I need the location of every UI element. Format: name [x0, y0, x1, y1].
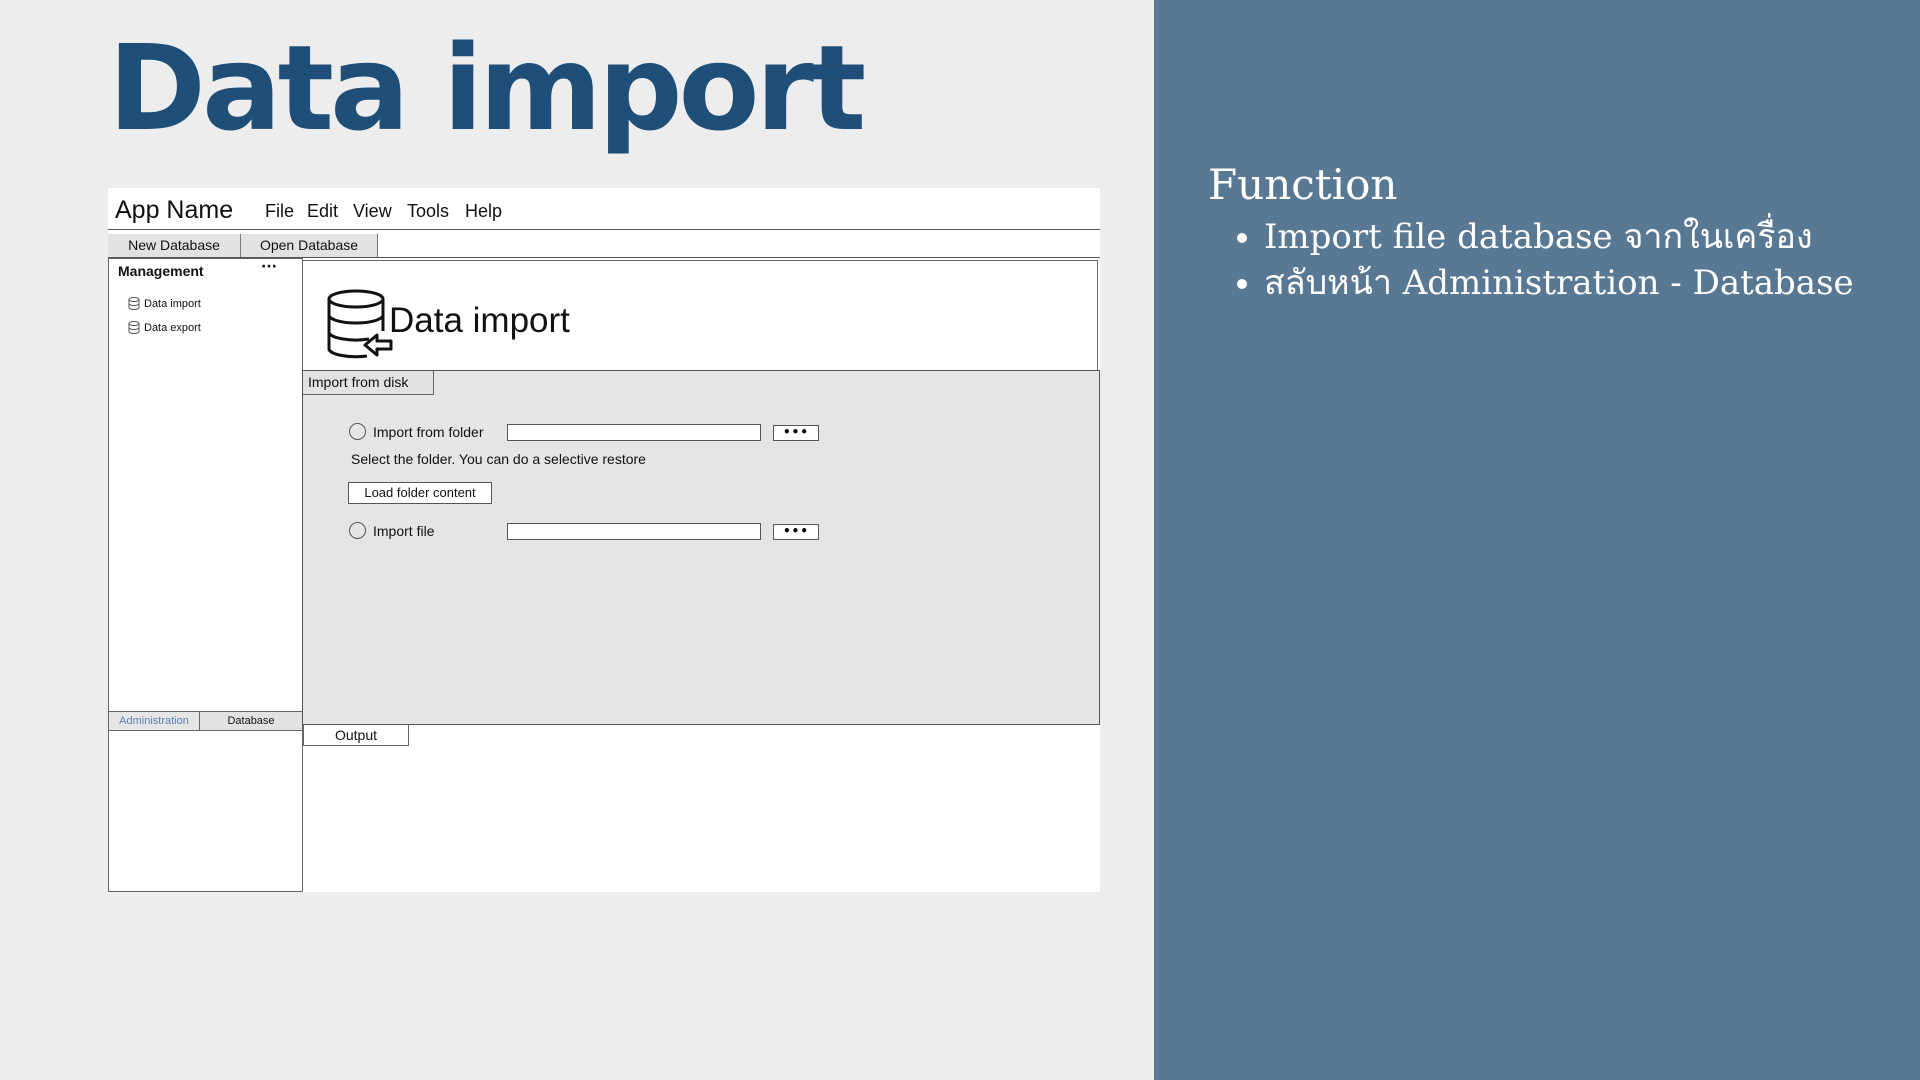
sidebar-tabs: Administration Database: [109, 711, 302, 731]
browse-folder-button[interactable]: •••: [773, 425, 819, 441]
function-item: Import file database จากในเครื่อง: [1264, 214, 1854, 260]
slide-title: Data import: [108, 19, 866, 157]
more-options-icon[interactable]: ···: [261, 259, 277, 275]
file-path-input[interactable]: [507, 523, 761, 540]
sidebar-item-label: Data import: [144, 297, 201, 310]
sidebar: Management ··· Data import Data export A…: [108, 258, 303, 892]
function-panel: Function Import file database จากในเครื่…: [1154, 0, 1920, 1080]
browse-file-button[interactable]: •••: [773, 524, 819, 540]
menu-bar: App Name File Edit View Tools Help: [108, 188, 1100, 230]
menu-view[interactable]: View: [353, 201, 392, 222]
database-import-icon: [327, 289, 393, 359]
menu-tools[interactable]: Tools: [407, 201, 449, 222]
tab-administration[interactable]: Administration: [109, 712, 200, 730]
sidebar-item-data-import[interactable]: Data import: [128, 297, 201, 310]
database-icon: [128, 321, 140, 334]
function-item: สลับหน้า Administration - Database: [1264, 260, 1854, 306]
app-name: App Name: [115, 196, 234, 224]
function-list: Import file database จากในเครื่อง สลับหน…: [1264, 214, 1854, 306]
menu-edit[interactable]: Edit: [307, 201, 338, 222]
content-header: Data import: [302, 260, 1098, 371]
import-folder-radio[interactable]: [349, 423, 366, 440]
app-mockup: App Name File Edit View Tools Help New D…: [108, 188, 1100, 892]
menu-file[interactable]: File: [265, 201, 294, 222]
import-file-label: Import file: [373, 523, 435, 539]
toolbar: New Database Open Database: [108, 234, 1100, 258]
database-icon: [128, 297, 140, 310]
function-title: Function: [1208, 160, 1398, 209]
open-database-button[interactable]: Open Database: [241, 234, 378, 257]
new-database-button[interactable]: New Database: [108, 234, 241, 257]
content-title: Data import: [389, 301, 570, 340]
tab-import-from-disk[interactable]: Import from disk: [303, 371, 434, 395]
tab-output[interactable]: Output: [303, 725, 409, 746]
sidebar-heading: Management: [118, 263, 204, 279]
import-file-radio[interactable]: [349, 522, 366, 539]
import-folder-label: Import from folder: [373, 424, 484, 440]
tab-database[interactable]: Database: [200, 712, 302, 730]
sidebar-item-label: Data export: [144, 321, 201, 334]
menu-help[interactable]: Help: [465, 201, 502, 222]
folder-path-input[interactable]: [507, 424, 761, 441]
import-panel: Import from disk Import from folder ••• …: [302, 370, 1100, 725]
sidebar-item-data-export[interactable]: Data export: [128, 321, 201, 334]
folder-hint: Select the folder. You can do a selectiv…: [351, 451, 646, 467]
load-folder-content-button[interactable]: Load folder content: [348, 482, 492, 504]
